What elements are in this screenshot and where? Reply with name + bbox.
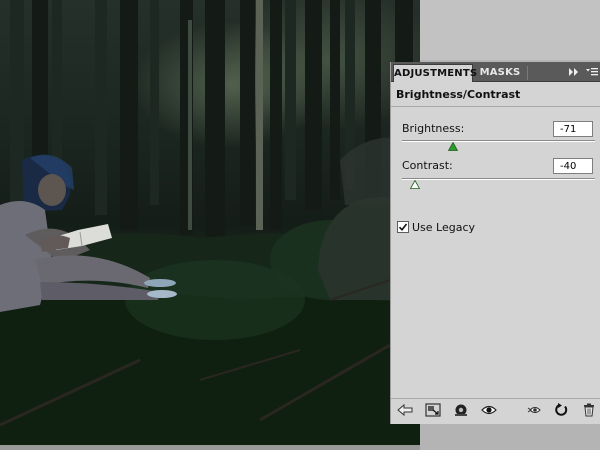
panel-tab-bar: ADJUSTMENTS MASKS	[391, 62, 600, 82]
use-legacy-checkbox[interactable]	[397, 221, 409, 233]
brightness-input[interactable]	[553, 121, 593, 137]
brightness-label: Brightness:	[402, 122, 465, 135]
panel-menu-icon[interactable]	[585, 65, 599, 79]
trash-icon[interactable]	[581, 403, 597, 417]
tab-divider	[527, 66, 528, 80]
contrast-input[interactable]	[553, 158, 593, 174]
adjustment-title: Brightness/Contrast	[396, 88, 521, 101]
tab-masks[interactable]: MASKS	[475, 64, 525, 82]
checkmark-icon	[398, 223, 408, 232]
footer-divider	[391, 398, 600, 399]
clip-to-layer-icon[interactable]	[453, 403, 469, 417]
expanded-view-icon[interactable]	[425, 403, 441, 417]
workspace-background	[420, 0, 600, 60]
contrast-label: Contrast:	[402, 159, 453, 172]
adjustments-panel: ADJUSTMENTS MASKS Brightness/Contrast Br…	[390, 62, 600, 424]
contrast-slider-track[interactable]	[402, 178, 595, 180]
brightness-slider-track[interactable]	[402, 140, 595, 142]
use-legacy-label[interactable]: Use Legacy	[412, 221, 475, 234]
contrast-slider-thumb[interactable]	[409, 179, 421, 189]
canvas-bottom-edge	[0, 445, 420, 450]
eye-icon[interactable]	[481, 403, 497, 417]
title-divider	[391, 106, 600, 107]
back-arrow-icon[interactable]	[397, 403, 413, 417]
brightness-slider-thumb[interactable]	[447, 141, 458, 151]
tab-adjustments[interactable]: ADJUSTMENTS	[393, 64, 477, 82]
double-chevron-right-icon[interactable]	[567, 65, 581, 79]
view-previous-state-icon[interactable]	[527, 403, 543, 417]
document-canvas[interactable]	[0, 0, 420, 445]
reset-icon[interactable]	[553, 403, 569, 417]
forest-photo	[0, 0, 420, 445]
